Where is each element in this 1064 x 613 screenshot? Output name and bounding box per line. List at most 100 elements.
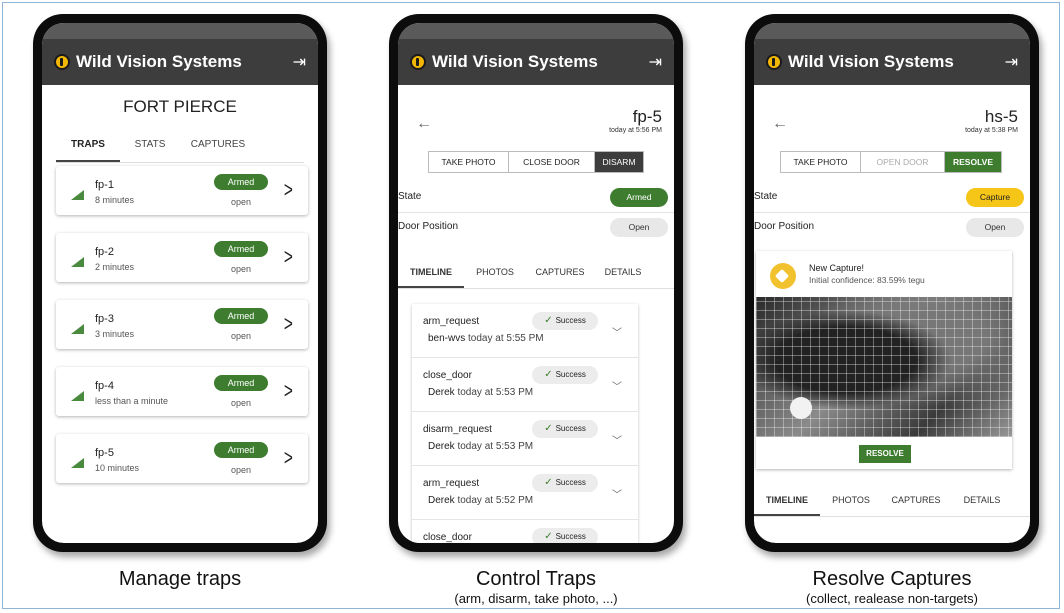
chevron-down-icon[interactable]: ﹀ [612,432,622,447]
timeline-action: arm_request [423,316,480,327]
tab-traps[interactable]: TRAPS [56,131,120,162]
signal-icon [71,391,84,401]
capture-resolve-button[interactable]: RESOLVE [859,445,911,463]
trap-name: fp-5 [95,447,114,459]
timeline-time: today at 5:52 PM [457,495,534,506]
timeline-item[interactable]: arm_request Derek today at 5:52 PM ✓ Succ… [412,466,638,520]
signal-icon [71,324,84,334]
caption-title: Manage traps [118,568,242,590]
status-strip [42,23,318,39]
capture-confidence: Initial confidence: 83.59% tegu [809,275,925,285]
tab-timeline[interactable]: TIMELINE [754,489,820,516]
door-status: open [231,331,252,341]
status-badge: Armed [214,308,268,324]
success-text: Success [555,424,586,433]
trap-card[interactable]: fp-3 3 minutes Armed open > [56,300,308,349]
door-status: open [231,465,252,475]
logout-icon[interactable]: ⇥ [293,52,306,72]
capture-photo[interactable] [756,297,1012,437]
door-label: Door Position [754,221,815,232]
disarm-button[interactable]: DISARM [595,152,643,172]
back-arrow-icon[interactable]: ← [416,115,432,133]
chevron-right-icon[interactable]: > [284,177,293,203]
trap-card[interactable]: fp-2 2 minutes Armed open > [56,233,308,282]
take-photo-button[interactable]: TAKE PHOTO [781,152,861,172]
timeline-item[interactable]: close_door Derek today at 5:53 PM ✓ Succe… [412,358,638,412]
close-door-button[interactable]: CLOSE DOOR [509,152,595,172]
take-photo-button[interactable]: TAKE PHOTO [429,152,509,172]
caption-subtitle: (arm, disarm, take photo, ...) [454,591,618,606]
trap-card[interactable]: fp-1 8 minutes Armed open > [56,166,308,215]
tab-stats[interactable]: STATS [120,131,180,162]
trap-id: fp-5 [632,107,662,126]
capture-card: New Capture! Initial confidence: 83.59% … [756,251,1012,469]
status-badge: Armed [214,375,268,391]
door-label: Door Position [398,221,459,232]
tab-photos[interactable]: PHOTOS [820,489,882,516]
logout-icon[interactable]: ⇥ [1005,52,1018,72]
trap-last-seen: 2 minutes [95,262,135,272]
timeline-item[interactable]: arm_request ben-wvs today at 5:55 PM ✓ Su… [412,304,638,358]
state-label: State [754,191,778,202]
trap-last-seen: 3 minutes [95,329,135,339]
signal-icon [71,458,84,468]
check-icon: ✓ [544,369,553,380]
status-strip [754,23,1030,39]
timeline-user: Derek today at 5:53 PM [428,441,533,452]
capture-title: New Capture! [809,263,865,273]
door-row: Door Position Open [398,213,674,243]
signal-icon [71,257,84,267]
check-icon: ✓ [544,423,553,434]
logo-icon [54,54,70,70]
tab-details[interactable]: DETAILS [950,489,1014,516]
trap-card[interactable]: fp-5 10 minutes Armed open > [56,434,308,483]
chevron-right-icon[interactable]: > [284,244,293,270]
door-badge: Open [610,218,668,237]
timeline-item[interactable]: close_door ✓ Success [412,520,638,543]
timeline-item[interactable]: disarm_request Derek today at 5:53 PM ✓ S… [412,412,638,466]
caption-control: Control Traps (arm, disarm, take photo, … [389,567,683,606]
door-status: open [231,264,252,274]
chevron-down-icon[interactable]: ﹀ [612,486,622,501]
trap-id: hs-5 [984,107,1018,126]
chevron-down-icon[interactable]: ﹀ [612,378,622,393]
tab-captures[interactable]: CAPTURES [882,489,950,516]
logout-icon[interactable]: ⇥ [649,52,662,72]
timeline-user: Derek today at 5:52 PM [428,495,533,506]
check-icon: ✓ [544,477,553,488]
phone-control-traps: Wild Vision Systems ⇥ ← fp-5 today at 5:… [389,14,683,552]
tab-timeline[interactable]: TIMELINE [398,261,464,288]
screen: Wild Vision Systems ⇥ ← fp-5 today at 5:… [398,23,674,543]
trap-name: fp-3 [95,313,114,325]
tab-details[interactable]: DETAILS [594,261,652,288]
capture-icon [770,263,796,289]
photo-object [790,397,812,419]
success-text: Success [555,370,586,379]
timeline-user-name: Derek [428,495,455,506]
trap-name: fp-1 [95,179,114,191]
app-title: Wild Vision Systems [76,52,242,71]
app-bar: Wild Vision Systems ⇥ [42,39,318,85]
tab-bar: TRAPS STATS CAPTURES [56,131,304,163]
tab-captures[interactable]: CAPTURES [180,131,256,162]
chevron-down-icon[interactable]: ﹀ [612,324,622,339]
timeline-time: today at 5:53 PM [457,441,534,452]
caption-manage: Manage traps [33,567,327,591]
door-status: open [231,197,252,207]
tab-captures[interactable]: CAPTURES [526,261,594,288]
open-door-button: OPEN DOOR [861,152,945,172]
tab-photos[interactable]: PHOTOS [464,261,526,288]
state-badge: Armed [610,188,668,207]
chevron-right-icon[interactable]: > [284,445,293,471]
caption-title: Resolve Captures [812,568,972,590]
door-status: open [231,398,252,408]
location-title: FORT PIERCE [123,97,237,116]
status-strip [398,23,674,39]
trap-card[interactable]: fp-4 less than a minute Armed open > [56,367,308,416]
back-arrow-icon[interactable]: ← [772,115,788,133]
chevron-right-icon[interactable]: > [284,311,293,337]
chevron-right-icon[interactable]: > [284,378,293,404]
check-icon: ✓ [544,531,553,542]
trap-updated: today at 5:56 PM [609,127,662,134]
resolve-button[interactable]: RESOLVE [945,152,1001,172]
